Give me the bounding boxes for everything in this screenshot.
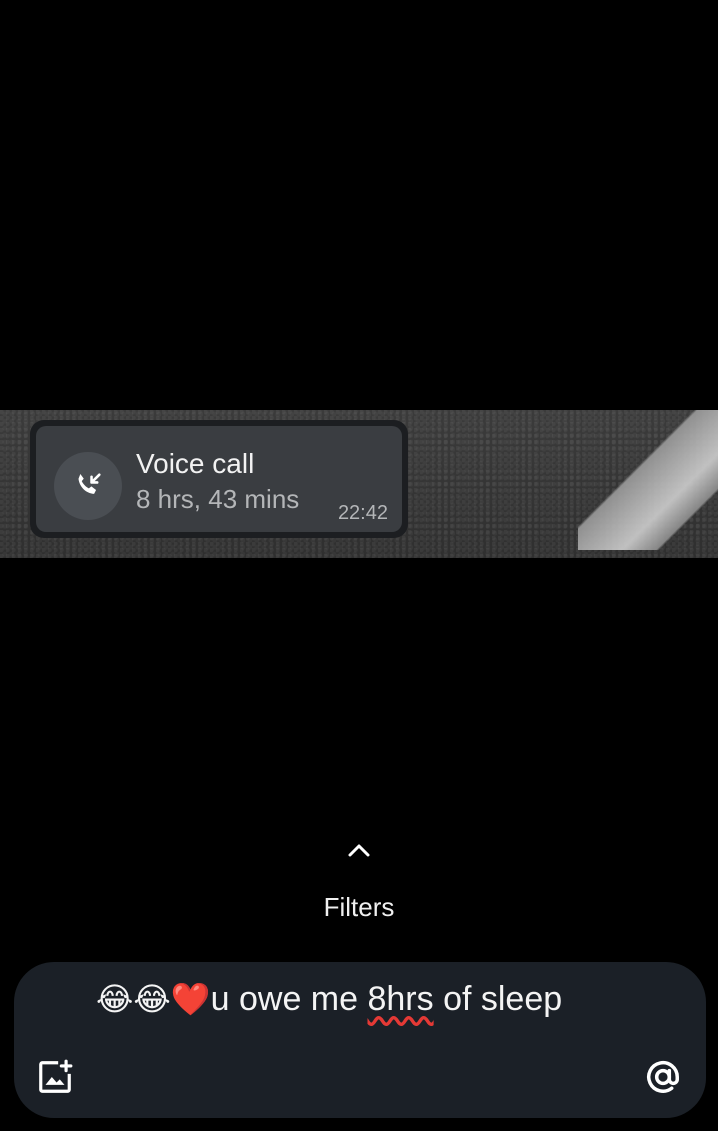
- photo-corner-highlight: [578, 410, 718, 550]
- message-composer[interactable]: 😂😂❤️u owe me 8hrs of sleep: [14, 962, 706, 1118]
- voice-call-card[interactable]: Voice call 8 hrs, 43 mins 22:42: [30, 420, 408, 538]
- message-input[interactable]: 😂😂❤️u owe me 8hrs of sleep: [96, 978, 576, 1020]
- filters-label: Filters: [323, 892, 395, 922]
- incoming-call-icon: [54, 452, 122, 520]
- filters-toggle[interactable]: Filters: [0, 836, 718, 936]
- call-duration: 8 hrs, 43 mins: [136, 484, 300, 514]
- at-sign-icon[interactable]: [644, 1058, 682, 1096]
- message-text-before: u owe me: [210, 980, 368, 1018]
- add-image-icon[interactable]: [36, 1058, 74, 1096]
- call-timestamp: 22:42: [337, 502, 388, 524]
- chevron-up-icon: [348, 844, 370, 857]
- spellcheck-flagged-word[interactable]: 8hrs: [367, 980, 433, 1018]
- message-text-after: of sleep: [433, 980, 563, 1018]
- voice-call-card-inner: Voice call 8 hrs, 43 mins 22:42: [36, 426, 402, 532]
- emoji-sequence: 😂😂❤️: [96, 980, 211, 1018]
- call-title: Voice call: [136, 448, 255, 479]
